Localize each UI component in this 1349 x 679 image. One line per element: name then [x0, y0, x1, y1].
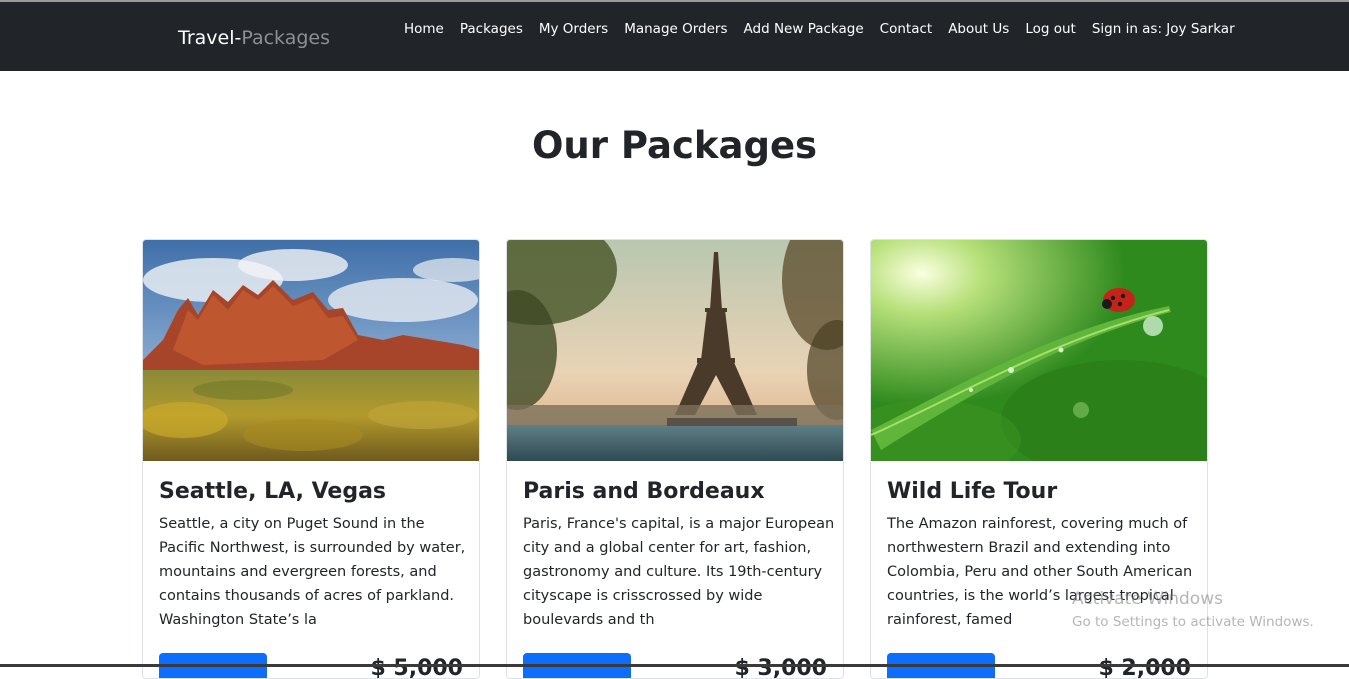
package-title: Wild Life Tour: [887, 479, 1058, 504]
ladybug-leaf-image: [871, 240, 1207, 461]
page-title: Our Packages: [531, 124, 818, 167]
package-title: Seattle, LA, Vegas: [159, 479, 387, 504]
brand-part-1: Travel-: [178, 27, 242, 49]
package-card-paris: Paris and Bordeaux Paris, France's capit…: [506, 239, 844, 679]
nav-links: Home Packages My Orders Manage Orders Ad…: [396, 20, 1243, 38]
brand-part-2: Packages: [241, 27, 330, 49]
nav-contact[interactable]: Contact: [872, 20, 941, 38]
package-description: Paris, France's capital, is a major Euro…: [523, 516, 835, 628]
nav-about-us[interactable]: About Us: [940, 20, 1017, 38]
package-title: Paris and Bordeaux: [523, 479, 765, 504]
nav-manage-orders[interactable]: Manage Orders: [616, 20, 735, 38]
package-price: $ 2,000: [1098, 656, 1191, 679]
package-card-seattle: Seattle, LA, Vegas Seattle, a city on Pu…: [142, 239, 480, 679]
nav-add-new-package[interactable]: Add New Package: [736, 20, 872, 38]
nav-home[interactable]: Home: [396, 20, 452, 38]
package-price: $ 3,000: [734, 656, 827, 679]
desert-mountains-image: [143, 240, 479, 461]
nav-my-orders[interactable]: My Orders: [531, 20, 616, 38]
windows-activation-watermark: Activate Windows Go to Settings to activ…: [1072, 588, 1314, 632]
brand-logo[interactable]: Travel-Packages: [178, 27, 330, 49]
nav-signed-in-user[interactable]: Sign in as: Joy Sarkar: [1084, 20, 1243, 38]
watermark-subtitle: Go to Settings to activate Windows.: [1072, 614, 1314, 630]
nav-packages[interactable]: Packages: [452, 20, 531, 38]
watermark-title: Activate Windows: [1072, 589, 1223, 609]
package-description: Seattle, a city on Puget Sound in the Pa…: [159, 516, 466, 628]
package-price: $ 5,000: [370, 656, 463, 679]
navbar: Travel-Packages Home Packages My Orders …: [0, 2, 1349, 71]
nav-log-out[interactable]: Log out: [1017, 20, 1084, 38]
eiffel-tower-image: [507, 240, 843, 461]
